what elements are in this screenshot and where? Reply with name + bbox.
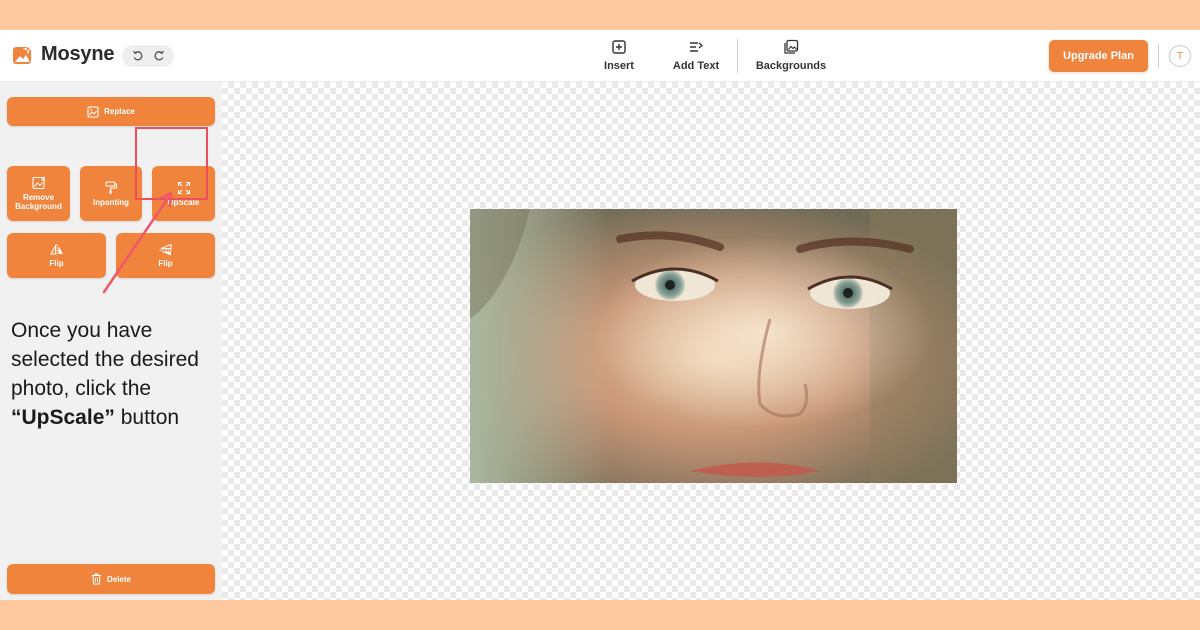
upscale-button[interactable]: UpScale — [152, 166, 215, 221]
remove-background-label: Remove Background — [15, 193, 62, 211]
image-replace-icon — [87, 105, 99, 118]
header-divider — [1158, 44, 1159, 68]
instruction-tail: button — [120, 406, 180, 429]
undo-icon — [132, 50, 142, 61]
inpainting-label: Inpanting — [93, 197, 129, 207]
flip-vertical-label: Flip — [158, 258, 173, 268]
expand-icon — [177, 181, 190, 194]
images-icon — [784, 39, 799, 54]
upgrade-plan-button[interactable]: Upgrade Plan — [1049, 40, 1148, 72]
backgrounds-tool[interactable]: Backgrounds — [752, 39, 830, 75]
replace-label: Replace — [104, 107, 135, 116]
replace-button[interactable]: Replace — [7, 97, 215, 126]
logo-icon — [13, 44, 34, 64]
selected-photo[interactable] — [470, 209, 957, 483]
paint-roller-icon — [105, 180, 118, 194]
brand-name: Mosyne — [41, 43, 115, 65]
flip-vertical-icon — [159, 243, 172, 255]
inpainting-button[interactable]: Inpanting — [80, 166, 142, 221]
instruction-emphasis: “UpScale” — [11, 406, 115, 429]
upscale-label: UpScale — [167, 197, 200, 207]
add-text-icon — [690, 42, 704, 52]
toolbar-divider — [737, 39, 738, 73]
delete-button[interactable]: Delete — [7, 564, 215, 594]
portrait-photo-image — [470, 209, 957, 483]
editor-app: Mosyne Insert Add Text Backgrounds Upgra… — [0, 30, 1200, 600]
add-text-tool[interactable]: Add Text — [668, 39, 724, 75]
image-remove-icon — [31, 176, 45, 190]
transparent-canvas[interactable] — [222, 82, 1200, 600]
top-toolbar: Mosyne Insert Add Text Backgrounds Upgra… — [0, 30, 1200, 82]
instruction-text: Once you have selected the desired photo… — [11, 316, 216, 432]
flip-horizontal-label: Flip — [49, 258, 64, 268]
history-controls — [122, 45, 174, 67]
insert-tool[interactable]: Insert — [596, 39, 642, 75]
delete-label: Delete — [106, 574, 131, 584]
flip-horizontal-icon — [49, 243, 63, 255]
insert-label: Insert — [604, 60, 634, 72]
user-avatar[interactable]: T — [1169, 45, 1191, 67]
redo-icon — [154, 50, 164, 61]
plus-square-icon — [612, 40, 626, 54]
tools-sidebar: Replace Remove Background Inpanting UpSc… — [0, 82, 222, 600]
instruction-line: Once you have selected the desired photo… — [11, 319, 199, 400]
flip-vertical-button[interactable]: Flip — [116, 233, 215, 278]
remove-background-button[interactable]: Remove Background — [7, 166, 70, 221]
flip-horizontal-button[interactable]: Flip — [7, 233, 106, 278]
add-text-label: Add Text — [672, 60, 720, 72]
trash-icon — [91, 573, 101, 585]
undo-button[interactable] — [130, 48, 146, 64]
redo-button[interactable] — [151, 48, 167, 64]
backgrounds-label: Backgrounds — [755, 60, 827, 72]
